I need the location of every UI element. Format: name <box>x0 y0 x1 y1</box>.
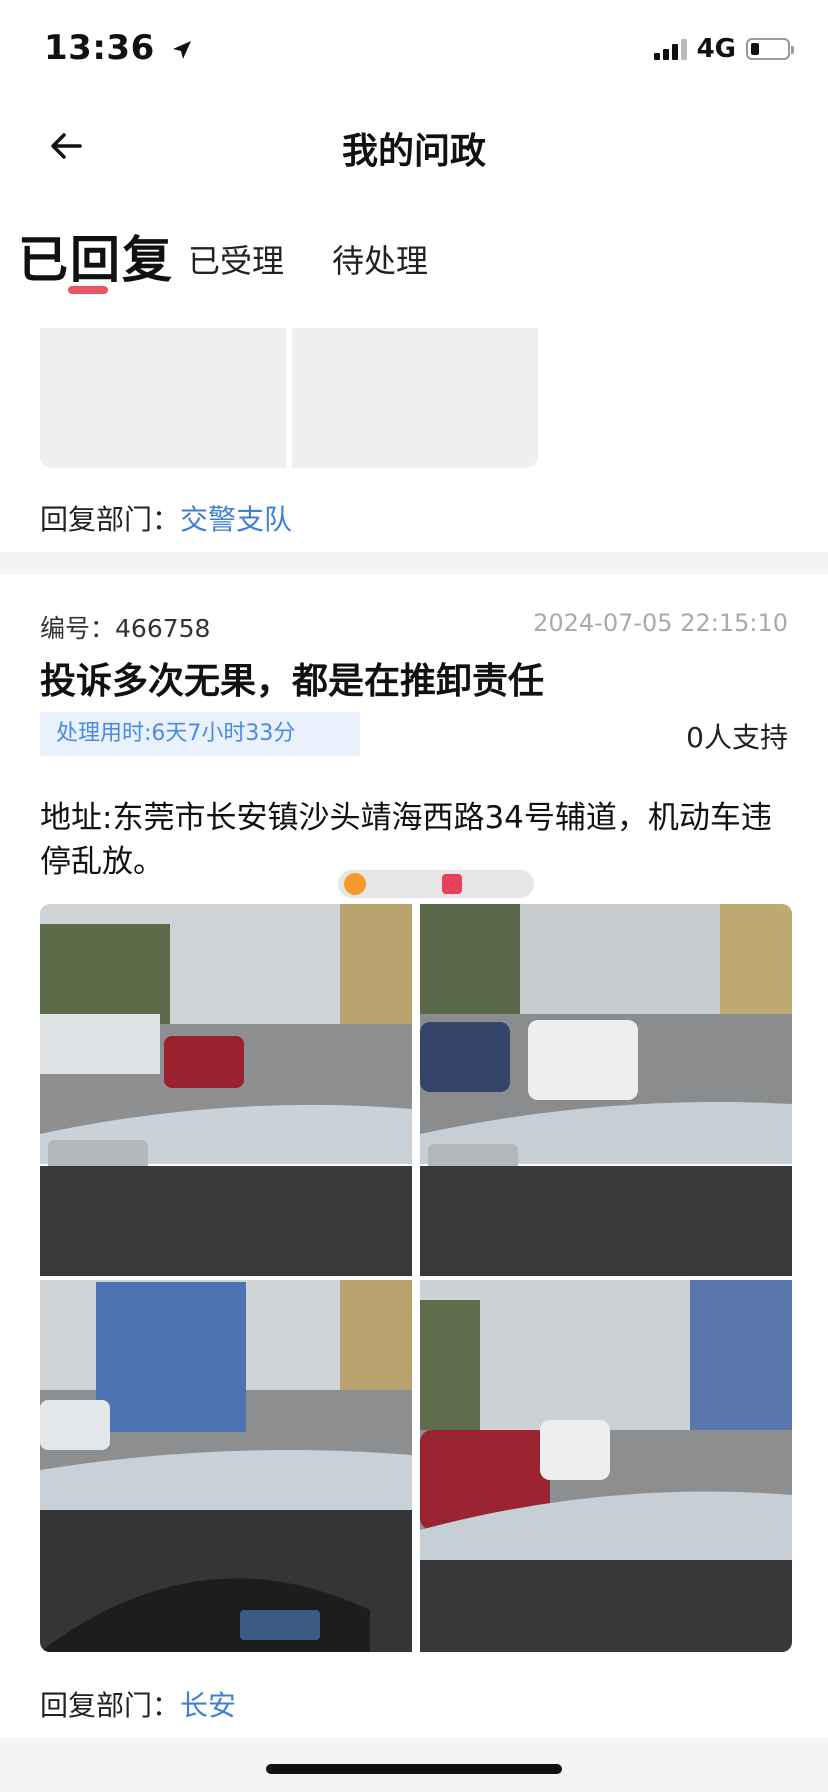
battery-icon <box>746 38 794 60</box>
page-title: 我的问政 <box>341 131 486 172</box>
previous-reply-dept: 回复部门：交警支队 <box>40 498 292 538</box>
network-type: 4G <box>696 34 736 64</box>
signal-icon <box>653 38 687 60</box>
street-photo-3[interactable] <box>40 1280 412 1652</box>
card-divider <box>0 552 828 574</box>
case-number: 编号：466758 <box>40 609 210 645</box>
home-indicator[interactable] <box>266 1764 562 1774</box>
status-time: 13:36 <box>44 28 193 68</box>
reply-dept-value[interactable]: 长安 <box>180 1689 236 1722</box>
case-number-label: 编号： <box>40 614 116 643</box>
previous-photo-2[interactable] <box>292 328 538 468</box>
processing-time-badge: 处理用时:6天7小时33分 <box>40 712 360 756</box>
tab-pending[interactable]: 待处理 <box>332 236 428 282</box>
status-indicators: 4G <box>653 34 794 64</box>
case-datetime: 2024-07-05 22:15:10 <box>533 609 788 637</box>
previous-photo-1[interactable] <box>40 328 286 468</box>
street-photo-2[interactable] <box>420 904 792 1276</box>
case-number-value: 466758 <box>115 614 211 643</box>
reply-dept: 回复部门：长安 <box>40 1684 236 1724</box>
reply-dept-value[interactable]: 交警支队 <box>180 503 292 536</box>
reply-dept-label: 回复部门： <box>40 503 181 536</box>
support-count[interactable]: 0人支持 <box>686 716 788 756</box>
tab-accepted[interactable]: 已受理 <box>188 236 284 282</box>
watermark <box>338 870 534 898</box>
street-photo-4[interactable] <box>420 1280 792 1652</box>
street-photo-1[interactable] <box>40 904 412 1276</box>
status-time-text: 13:36 <box>44 28 155 68</box>
tab-replied[interactable]: 已回复 <box>18 220 174 292</box>
active-tab-indicator <box>68 286 108 294</box>
reply-dept-label: 回复部门： <box>40 1689 181 1722</box>
case-title[interactable]: 投诉多次无果，都是在推卸责任 <box>40 652 544 704</box>
location-arrow-icon <box>173 40 192 59</box>
